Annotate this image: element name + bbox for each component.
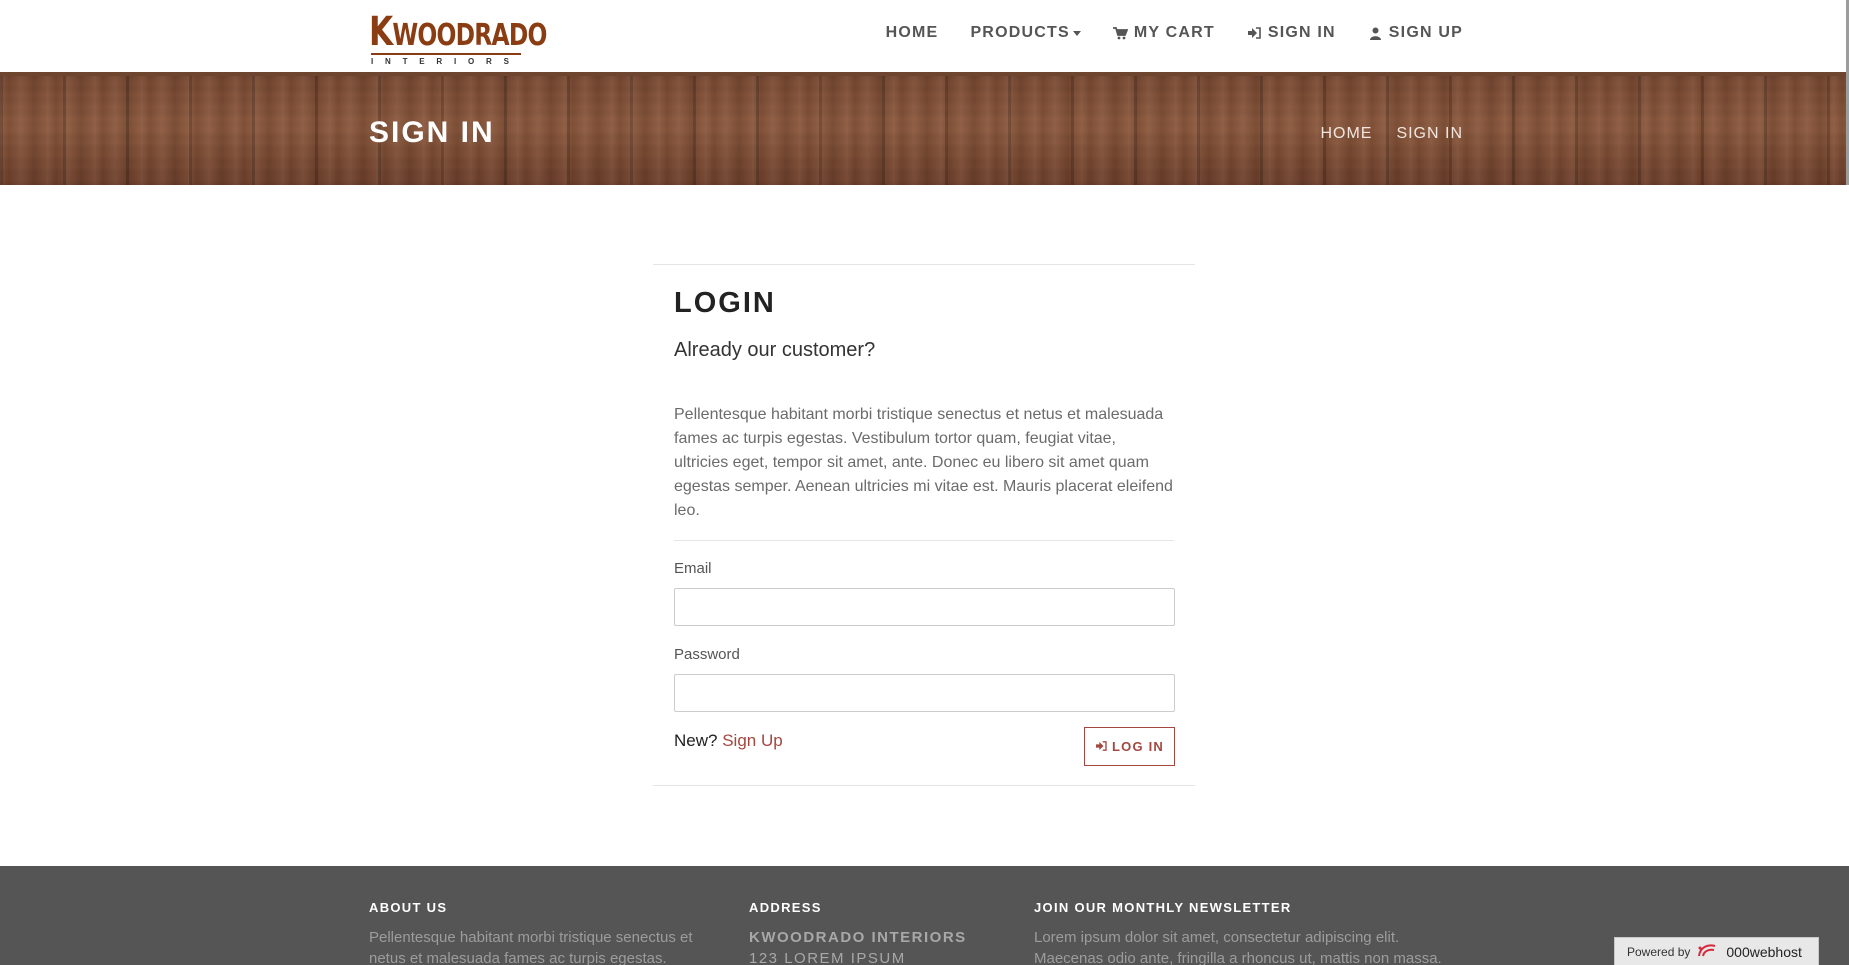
email-field[interactable] — [674, 588, 1175, 626]
email-label: Email — [674, 560, 712, 577]
divider — [674, 540, 1174, 541]
breadcrumb-home[interactable]: HOME — [1320, 125, 1372, 143]
powered-by-brand: 000webhost — [1726, 943, 1802, 960]
site-footer: ABOUT US Pellentesque habitant morbi tri… — [0, 866, 1849, 965]
footer-about-heading: ABOUT US — [369, 900, 448, 915]
logo-wordmark: KWOODRADO — [369, 9, 547, 55]
footer-newsletter-heading: JOIN OUR MONTHLY NEWSLETTER — [1034, 900, 1292, 915]
page: KWOODRADO INTERIORS HOME PRODUCTS MY CAR… — [0, 0, 1849, 965]
logo-underline — [371, 53, 521, 55]
user-icon — [1368, 26, 1383, 41]
login-description: Pellentesque habitant morbi tristique se… — [674, 406, 1173, 519]
page-banner: SIGN IN HOME SIGN IN — [0, 72, 1849, 185]
new-customer-prompt: New? Sign Up — [674, 731, 783, 751]
breadcrumb: HOME SIGN IN — [1320, 125, 1463, 143]
site-header: KWOODRADO INTERIORS HOME PRODUCTS MY CAR… — [0, 0, 1849, 72]
sign-up-link[interactable]: Sign Up — [722, 731, 782, 750]
password-label: Password — [674, 646, 740, 663]
nav-sign-up[interactable]: SIGN UP — [1368, 24, 1463, 42]
main-nav: HOME PRODUCTS MY CART SIGN IN SIGN UP — [854, 24, 1463, 42]
sign-in-icon — [1095, 739, 1107, 754]
page-title: SIGN IN — [369, 116, 495, 149]
login-heading: LOGIN — [674, 287, 776, 319]
powered-by-badge[interactable]: Powered by 000webhost — [1614, 937, 1819, 965]
footer-address-name: KWOODRADO INTERIORS — [749, 929, 967, 946]
nav-sign-in[interactable]: SIGN IN — [1247, 24, 1336, 42]
footer-address-line: 123 LOREM IPSUM — [749, 950, 906, 965]
powered-by-label: Powered by — [1627, 944, 1691, 959]
webhost-logo-icon — [1696, 942, 1718, 961]
footer-newsletter-text: Lorem ipsum dolor sit amet, consectetur … — [1034, 929, 1442, 965]
footer-address: ADDRESS KWOODRADO INTERIORS 123 LOREM IP… — [749, 900, 1009, 965]
login-subtitle: Already our customer? — [674, 339, 876, 361]
footer-about-text: Pellentesque habitant morbi tristique se… — [369, 929, 693, 965]
login-panel: LOGIN Already our customer? Pellentesque… — [653, 264, 1195, 786]
sign-in-icon — [1247, 26, 1262, 41]
logo-tagline: INTERIORS — [371, 57, 521, 66]
footer-address-heading: ADDRESS — [749, 900, 822, 915]
new-text: New? — [674, 731, 718, 750]
nav-products-dropdown[interactable]: PRODUCTS — [970, 24, 1081, 42]
nav-my-cart[interactable]: MY CART — [1112, 24, 1215, 42]
log-in-button[interactable]: LOG IN — [1084, 727, 1175, 766]
logo[interactable]: KWOODRADO INTERIORS — [369, 9, 547, 66]
log-in-button-label: LOG IN — [1112, 739, 1164, 754]
footer-about: ABOUT US Pellentesque habitant morbi tri… — [369, 900, 699, 965]
caret-down-icon — [1072, 30, 1081, 36]
nav-home[interactable]: HOME — [886, 24, 939, 42]
shopping-cart-icon — [1112, 26, 1128, 41]
password-field[interactable] — [674, 674, 1175, 712]
footer-newsletter: JOIN OUR MONTHLY NEWSLETTER Lorem ipsum … — [1034, 900, 1464, 965]
breadcrumb-sign-in: SIGN IN — [1396, 125, 1463, 142]
